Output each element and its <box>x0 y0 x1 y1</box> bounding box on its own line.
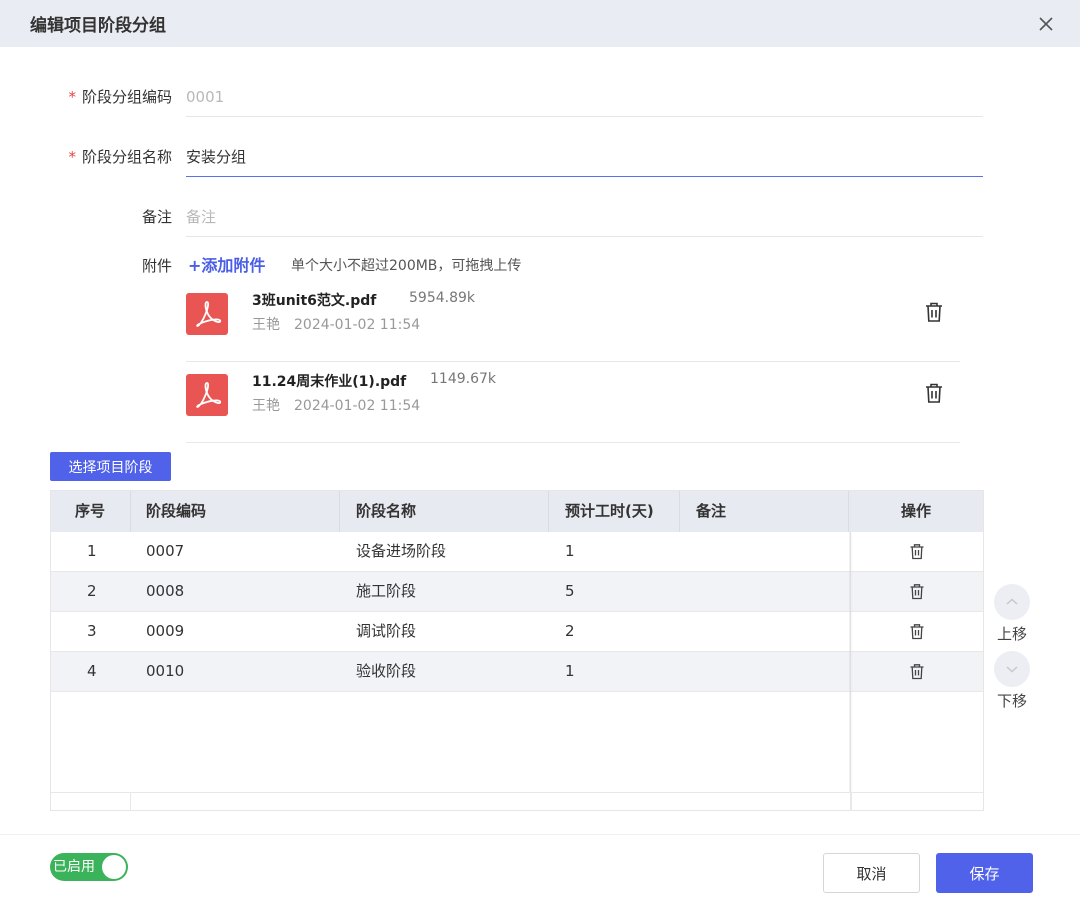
col-divider <box>130 491 131 532</box>
file-name[interactable]: 11.24周末作业(1).pdf <box>252 371 406 391</box>
cell-name: 设备进场阶段 <box>356 542 447 560</box>
attachment-item: 11.24周末作业(1).pdf 1149.67k 王艳 2024-01-02 1… <box>186 361 960 443</box>
file-time: 2024-01-02 11:54 <box>294 398 421 414</box>
col-name-header: 阶段名称 <box>356 502 417 520</box>
col-divider <box>851 793 852 811</box>
toggle-label: 已启用 <box>53 859 95 875</box>
col-op-header: 操作 <box>901 502 932 520</box>
cell-seq: 1 <box>87 542 97 560</box>
cell-name: 验收阶段 <box>356 662 417 680</box>
delete-row-icon[interactable] <box>909 663 925 680</box>
col-divider <box>679 491 680 532</box>
remark-field[interactable]: 备注 <box>186 197 983 237</box>
form-row-attachment: 附件 +添加附件 单个大小不超过200MB，可拖拽上传 <box>0 252 1080 280</box>
dialog-footer: 已启用 取消 保存 <box>0 834 1080 905</box>
table-footer <box>51 792 983 811</box>
cell-seq: 3 <box>87 622 97 640</box>
col-seq-header: 序号 <box>75 502 106 520</box>
chevron-up-icon <box>994 584 1030 620</box>
name-field[interactable]: 安装分组 <box>186 137 983 177</box>
pdf-file-icon <box>186 293 228 335</box>
move-down-label: 下移 <box>996 692 1027 710</box>
cell-name: 施工阶段 <box>356 582 417 600</box>
stage-table: 序号 阶段编码 阶段名称 预计工时(天) 备注 操作 1 0007 设备进场阶段… <box>50 490 984 811</box>
cell-hours: 1 <box>565 542 575 560</box>
file-size: 5954.89k <box>409 290 476 306</box>
attachment-item: 3班unit6范文.pdf 5954.89k 王艳 2024-01-02 11:5… <box>186 280 960 362</box>
cell-seq: 2 <box>87 582 97 600</box>
col-divider <box>130 793 131 811</box>
col-code-header: 阶段编码 <box>146 502 207 520</box>
name-label: * 阶段分组名称 <box>68 148 172 166</box>
cell-code: 0010 <box>146 662 185 680</box>
file-meta: 王艳 2024-01-02 11:54 <box>252 395 420 415</box>
cell-hours: 2 <box>565 622 575 640</box>
add-attachment-button[interactable]: +添加附件 <box>188 252 265 280</box>
file-size: 1149.67k <box>430 371 497 387</box>
save-button[interactable]: 保存 <box>936 853 1033 893</box>
file-uploader: 王艳 <box>252 317 280 333</box>
delete-row-icon[interactable] <box>909 583 925 600</box>
delete-row-icon[interactable] <box>909 623 925 640</box>
form-row-code: * 阶段分组编码 0001 <box>0 77 1080 117</box>
file-name[interactable]: 3班unit6范文.pdf <box>252 290 376 310</box>
cell-hours: 5 <box>565 582 575 600</box>
dialog-header: 编辑项目阶段分组 <box>0 0 1080 47</box>
close-icon[interactable] <box>1034 12 1058 36</box>
required-mark: * <box>68 148 76 166</box>
edit-stage-group-dialog: 编辑项目阶段分组 * 阶段分组编码 0001 * 阶段分组名称 安装分组 备注 备注… <box>0 0 1080 905</box>
table-row[interactable]: 4 0010 验收阶段 1 <box>51 652 983 692</box>
file-time: 2024-01-02 11:54 <box>294 317 421 333</box>
delete-row-icon[interactable] <box>909 543 925 560</box>
col-divider <box>848 491 849 532</box>
enabled-toggle[interactable]: 已启用 <box>50 853 128 881</box>
move-down-button[interactable]: 下移 <box>994 651 1030 711</box>
move-up-button[interactable]: 上移 <box>994 584 1030 644</box>
table-row[interactable]: 2 0008 施工阶段 5 <box>51 572 983 612</box>
cell-seq: 4 <box>87 662 97 680</box>
delete-file-icon[interactable] <box>924 301 944 323</box>
col-divider <box>339 491 340 532</box>
cell-hours: 1 <box>565 662 575 680</box>
col-divider <box>548 491 549 532</box>
dialog-title: 编辑项目阶段分组 <box>30 16 166 36</box>
delete-file-icon[interactable] <box>924 382 944 404</box>
table-row[interactable]: 1 0007 设备进场阶段 1 <box>51 532 983 572</box>
attachment-hint: 单个大小不超过200MB，可拖拽上传 <box>291 258 522 274</box>
fixed-column-shadow <box>849 532 853 792</box>
code-field[interactable]: 0001 <box>186 77 983 117</box>
cell-code: 0009 <box>146 622 185 640</box>
cell-code: 0008 <box>146 582 185 600</box>
col-remark-header: 备注 <box>696 502 727 520</box>
chevron-down-icon <box>994 651 1030 687</box>
pdf-file-icon <box>186 374 228 416</box>
attachment-label: 附件 <box>141 257 172 275</box>
file-meta: 王艳 2024-01-02 11:54 <box>252 314 420 334</box>
remark-label: 备注 <box>141 208 172 226</box>
table-row[interactable]: 3 0009 调试阶段 2 <box>51 612 983 652</box>
move-up-label: 上移 <box>996 625 1027 643</box>
file-uploader: 王艳 <box>252 398 280 414</box>
col-hours-header: 预计工时(天) <box>565 502 654 520</box>
required-mark: * <box>68 88 76 106</box>
cancel-button[interactable]: 取消 <box>823 853 920 893</box>
select-stage-button[interactable]: 选择项目阶段 <box>50 452 171 481</box>
table-header: 序号 阶段编码 阶段名称 预计工时(天) 备注 操作 <box>51 491 983 532</box>
code-label: * 阶段分组编码 <box>68 88 172 106</box>
toggle-knob <box>102 855 126 879</box>
cell-code: 0007 <box>146 542 185 560</box>
form-row-name: * 阶段分组名称 安装分组 <box>0 137 1080 177</box>
form-row-remark: 备注 备注 <box>0 197 1080 237</box>
cell-name: 调试阶段 <box>356 622 417 640</box>
